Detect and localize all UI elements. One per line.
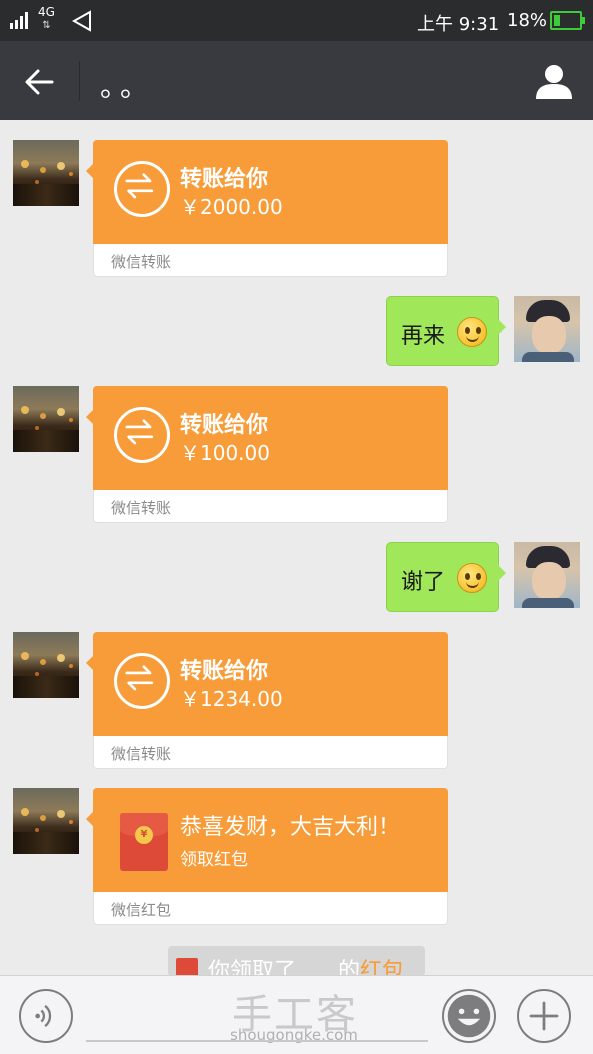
my-avatar[interactable] xyxy=(514,296,580,362)
contact-avatar[interactable] xyxy=(13,386,79,452)
chat-header: 。。 xyxy=(0,41,593,120)
header-divider xyxy=(79,61,80,101)
transfer-footer: 微信转账 xyxy=(111,499,172,517)
system-notice: 你领取了 的红包 xyxy=(168,946,425,976)
more-options-plus-icon[interactable] xyxy=(517,989,571,1043)
red-packet-action: 领取红包 xyxy=(180,850,248,870)
transfer-amount: ￥100.00 xyxy=(180,441,270,465)
transfer-icon xyxy=(114,653,170,709)
red-packet-greeting: 恭喜发财，大吉大利！ xyxy=(180,815,401,840)
transfer-title: 转账给你 xyxy=(180,413,269,438)
sent-message-bubble[interactable]: 再来 xyxy=(386,296,506,366)
contact-avatar[interactable] xyxy=(13,140,79,206)
back-arrow-icon[interactable] xyxy=(22,65,56,99)
notice-link[interactable]: 红包 xyxy=(360,959,404,976)
red-packet-small-icon xyxy=(176,958,198,976)
notice-text: 你领取了 的红包 xyxy=(208,953,404,976)
transfer-icon xyxy=(114,407,170,463)
chat-title: 。。 xyxy=(100,70,155,103)
transfer-title: 转账给你 xyxy=(180,659,269,684)
notice-prefix: 你领取了 xyxy=(208,959,297,976)
clock: 上午 9:31 xyxy=(417,14,500,35)
bubble-tail xyxy=(86,655,94,671)
message-text: 再来 xyxy=(401,324,446,349)
transfer-card[interactable]: 转账给你 ￥2000.00 微信转账 xyxy=(86,140,448,277)
network-type: 4G xyxy=(38,5,55,19)
transfer-icon xyxy=(114,161,170,217)
notice-middle: 的 xyxy=(337,959,360,976)
transfer-title: 转账给你 xyxy=(180,167,269,192)
red-envelope-icon: ¥ xyxy=(120,813,168,871)
transfer-footer: 微信转账 xyxy=(111,745,172,763)
network-indicator: 4G ⇅ xyxy=(38,6,55,32)
message-input[interactable] xyxy=(86,1040,428,1042)
battery-percent: 18% xyxy=(507,10,548,31)
emoji-button-icon[interactable] xyxy=(442,989,496,1043)
red-packet-footer: 微信红包 xyxy=(111,901,172,919)
transfer-amount: ￥1234.00 xyxy=(180,687,283,711)
message-text: 谢了 xyxy=(401,570,446,595)
contact-avatar[interactable] xyxy=(13,632,79,698)
bubble-tail xyxy=(86,163,94,179)
input-bar: 手工客 shougongke.com xyxy=(0,975,593,1054)
transfer-footer: 微信转账 xyxy=(111,253,172,271)
smile-emoji-icon xyxy=(457,317,487,347)
coin-icon: ¥ xyxy=(135,826,153,844)
battery-icon xyxy=(550,11,585,30)
smile-emoji-icon xyxy=(457,563,487,593)
status-bar: 4G ⇅ 上午 9:31 18% xyxy=(0,0,593,41)
voice-input-icon[interactable] xyxy=(19,989,73,1043)
transfer-amount: ￥2000.00 xyxy=(180,195,283,219)
red-packet-card[interactable]: ¥ 恭喜发财，大吉大利！ 领取红包 微信红包 xyxy=(86,788,448,925)
contact-profile-icon[interactable] xyxy=(534,63,574,99)
transfer-card[interactable]: 转账给你 ￥100.00 微信转账 xyxy=(86,386,448,523)
bubble-tail xyxy=(86,409,94,425)
contact-avatar[interactable] xyxy=(13,788,79,854)
data-arrows-icon: ⇅ xyxy=(42,20,51,31)
bubble-tail xyxy=(86,811,94,827)
transfer-card[interactable]: 转账给你 ￥1234.00 微信转账 xyxy=(86,632,448,769)
navigation-icon xyxy=(71,10,91,32)
sent-message-bubble[interactable]: 谢了 xyxy=(386,542,506,612)
my-avatar[interactable] xyxy=(514,542,580,608)
signal-icon xyxy=(10,12,30,29)
